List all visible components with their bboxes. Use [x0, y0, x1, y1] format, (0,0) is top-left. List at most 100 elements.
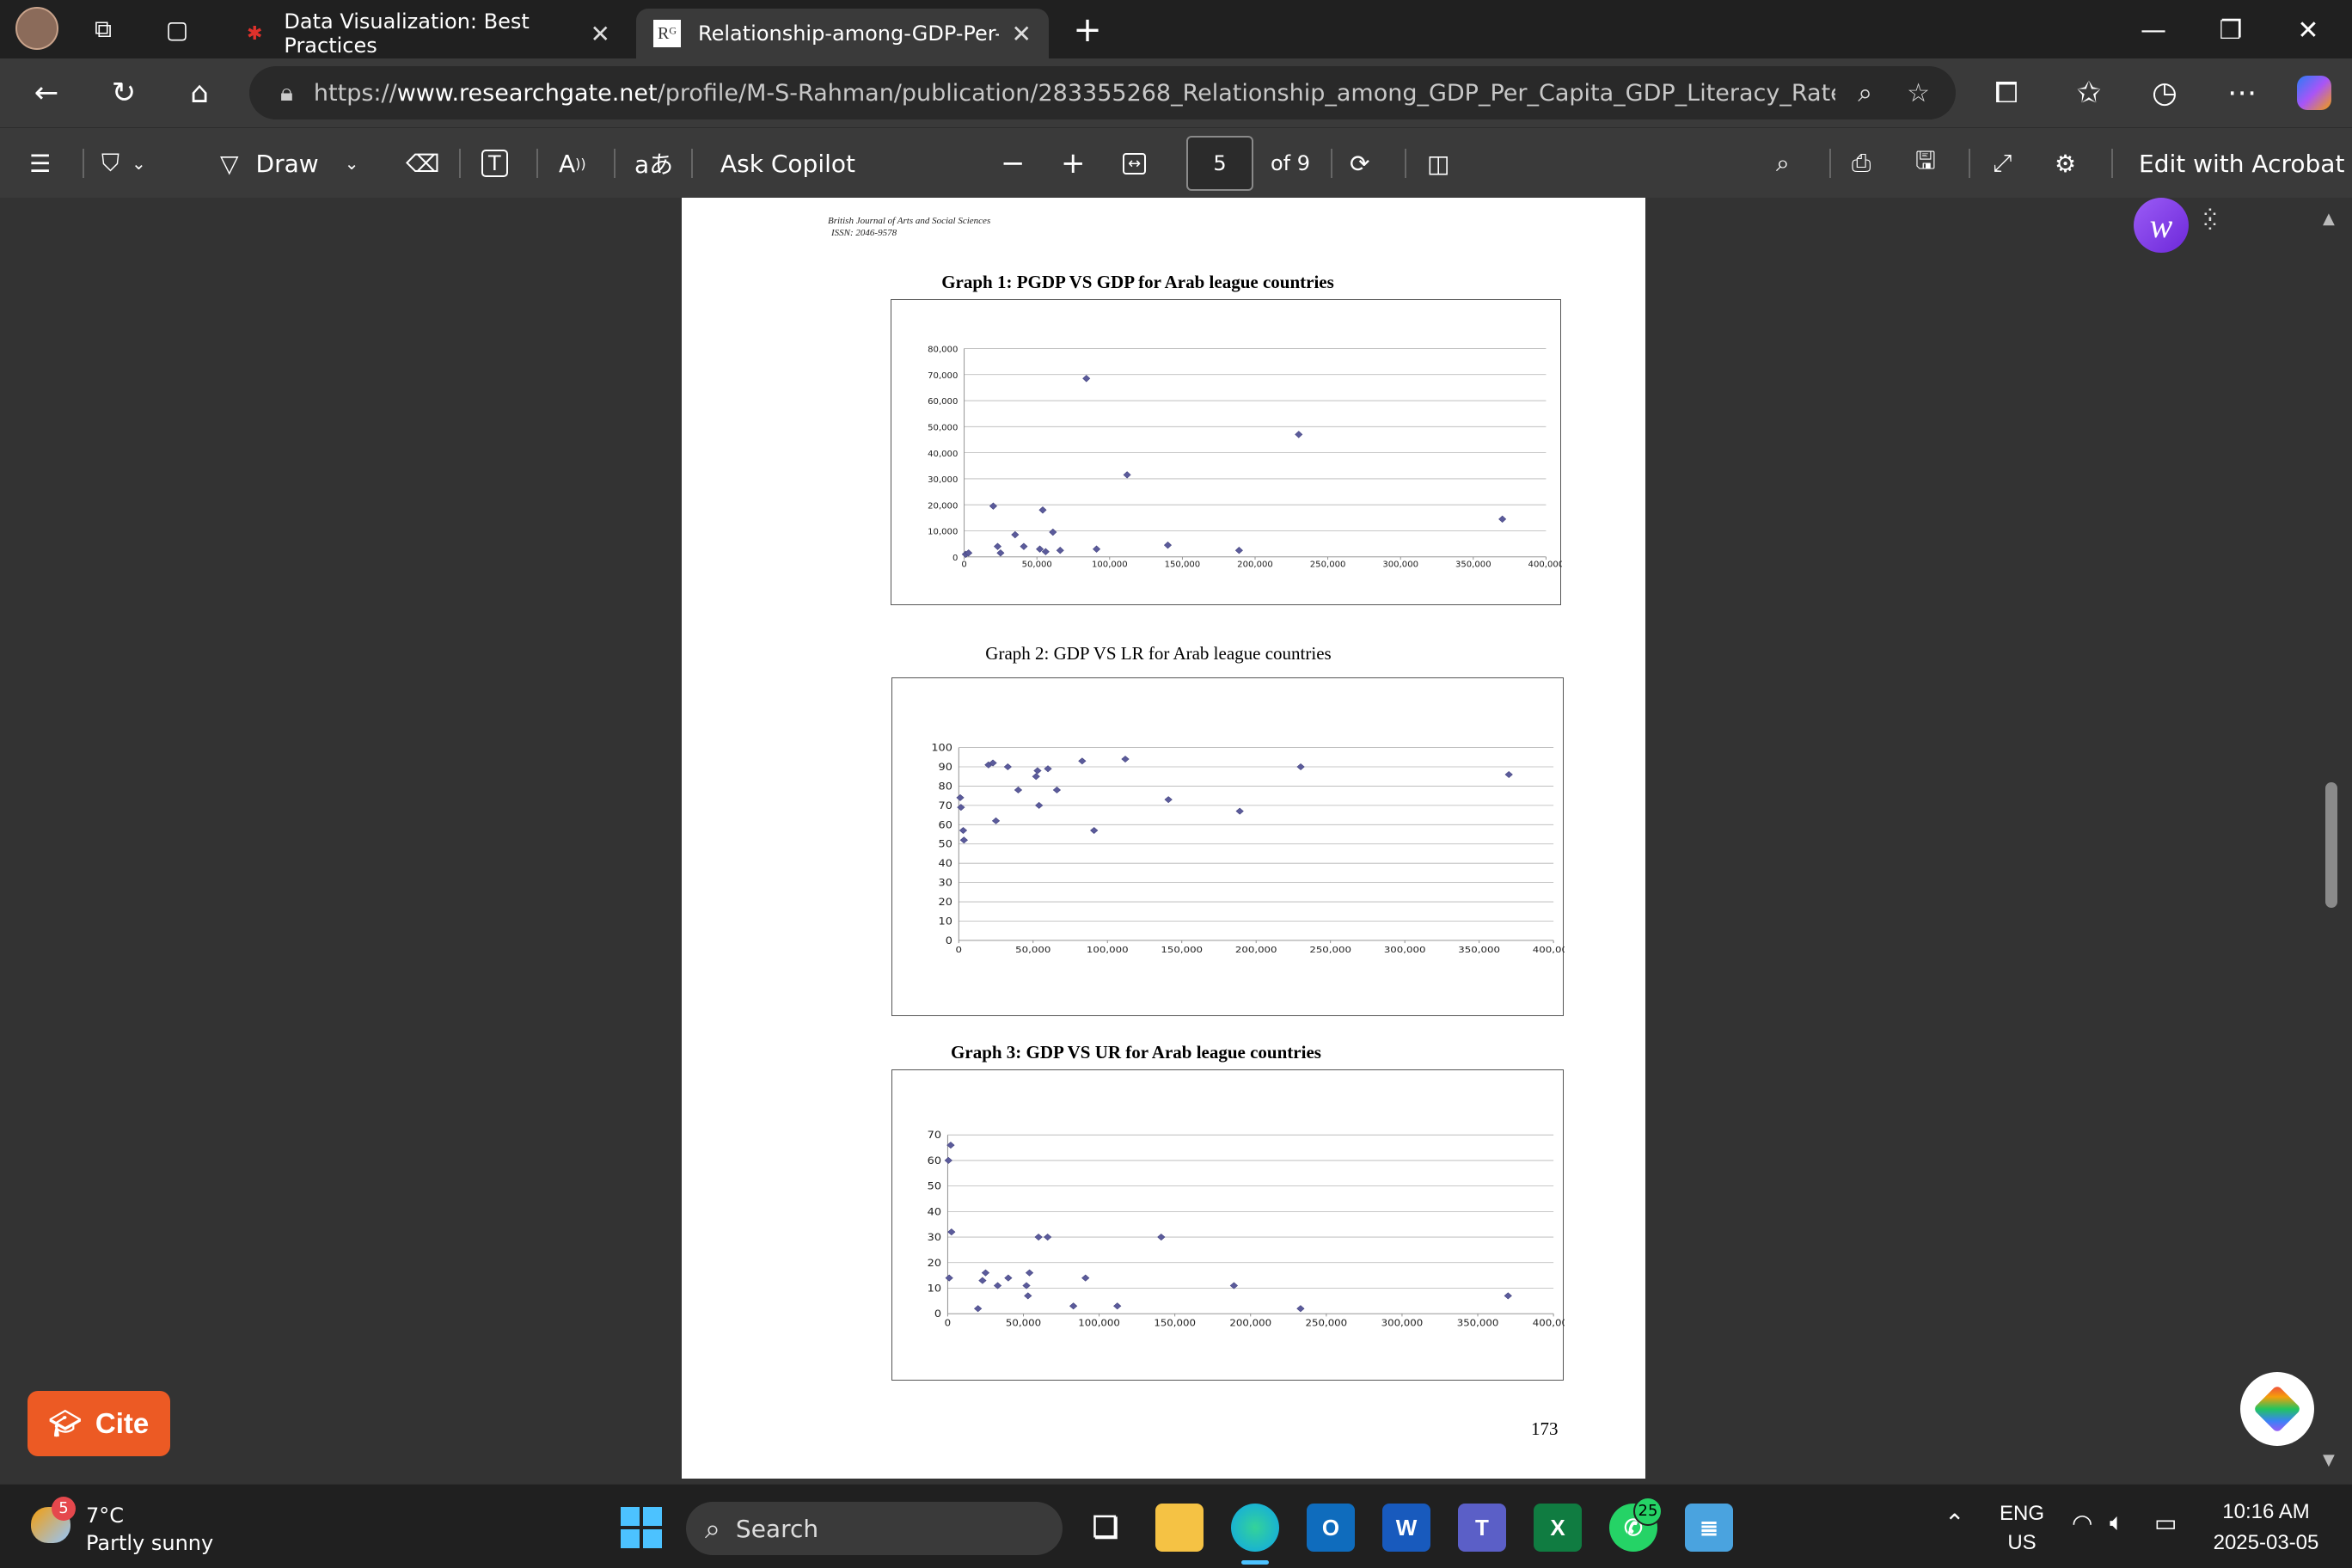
- highlight-icon[interactable]: ⛉ ⌄: [101, 128, 146, 199]
- chart-1: 0 10,000 20,000 30,000 40,000 50,000 60,000 70,…: [891, 299, 1562, 605]
- zoom-icon[interactable]: ⌕: [1858, 78, 1872, 108]
- data-point: [1123, 471, 1131, 479]
- search-icon[interactable]: ⌕: [1776, 128, 1790, 199]
- back-icon[interactable]: ←: [22, 70, 70, 115]
- divider: [83, 149, 84, 178]
- data-point: [947, 1228, 956, 1236]
- refresh-icon[interactable]: ↻: [100, 70, 148, 115]
- task-view-icon[interactable]: ❏: [1081, 1504, 1130, 1552]
- settings-gear-icon[interactable]: ⚙: [2055, 128, 2076, 199]
- contents-icon[interactable]: ☰: [29, 128, 51, 199]
- more-menu-icon[interactable]: ⋯: [2218, 70, 2266, 115]
- kite-app-icon[interactable]: [2240, 1372, 2314, 1446]
- search-icon: ⌕: [705, 1511, 720, 1545]
- data-point: [944, 1156, 952, 1164]
- data-point: [1049, 528, 1057, 536]
- fullscreen-icon[interactable]: ⤢: [1993, 128, 2012, 199]
- file-explorer-icon[interactable]: [1155, 1504, 1204, 1552]
- pdf-viewer[interactable]: British Journal of Arts and Social Scien…: [0, 198, 2352, 1484]
- x-tick-label: 0: [945, 1318, 951, 1328]
- data-point: [1020, 542, 1028, 550]
- data-point: [1033, 767, 1042, 775]
- teams-icon[interactable]: T: [1458, 1504, 1506, 1552]
- taskbar-search[interactable]: ⌕ Search: [686, 1502, 1063, 1555]
- y-tick-label: 70: [939, 800, 952, 812]
- y-tick-label: 10,000: [928, 528, 958, 537]
- favorite-star-icon[interactable]: ☆: [1907, 78, 1930, 108]
- x-tick-label: 250,000: [1310, 560, 1346, 570]
- x-tick-label: 150,000: [1154, 1318, 1196, 1328]
- close-tab-icon[interactable]: ✕: [591, 20, 610, 48]
- edit-with-acrobat-button[interactable]: Edit with Acrobat: [2139, 128, 2344, 199]
- weather-temp: 7°C: [86, 1504, 125, 1528]
- writing-assistant-icon[interactable]: w: [2134, 198, 2189, 253]
- y-tick-label: 40: [928, 1206, 941, 1217]
- favorites-icon[interactable]: ✩: [2065, 70, 2113, 115]
- translate-icon[interactable]: aあ: [634, 128, 673, 199]
- grid-menu-icon[interactable]: ⁘ ⁘: [2201, 204, 2226, 244]
- edge-icon[interactable]: [1231, 1504, 1279, 1552]
- rotate-icon[interactable]: ⟳: [1350, 128, 1369, 199]
- page-view-icon[interactable]: ◫: [1427, 128, 1449, 199]
- scroll-down-icon[interactable]: ▼: [2323, 1451, 2335, 1469]
- eraser-icon[interactable]: ⌫: [406, 128, 440, 199]
- tab-relationship-gdp[interactable]: Rᴳ Relationship-among-GDP-Per-Cap ✕: [636, 9, 1049, 58]
- x-tick-label: 200,000: [1237, 560, 1273, 570]
- y-tick-label: 30: [939, 877, 952, 888]
- outlook-icon[interactable]: O: [1307, 1504, 1355, 1552]
- restore-icon[interactable]: ❐: [2201, 9, 2261, 52]
- lang-top: ENG: [1999, 1502, 2044, 1525]
- home-icon[interactable]: ⌂: [175, 70, 224, 115]
- battery-icon[interactable]: ▭: [2154, 1509, 2177, 1537]
- fit-width-icon[interactable]: ↔: [1123, 128, 1147, 199]
- read-aloud-icon[interactable]: A)): [559, 128, 586, 199]
- pdf-toolbar: ☰ ⛉ ⌄ ▽ Draw ⌄ ⌫ T A)) aあ Ask Copilot − +…: [0, 127, 2352, 198]
- y-tick-label: 0: [952, 554, 958, 563]
- close-window-icon[interactable]: ✕: [2278, 9, 2338, 52]
- cite-button[interactable]: 🎓︎ Cite: [28, 1391, 170, 1456]
- data-point: [989, 502, 997, 510]
- y-tick-label: 50,000: [928, 424, 958, 433]
- draw-button[interactable]: ▽ Draw ⌄: [220, 128, 358, 199]
- x-tick-label: 200,000: [1235, 945, 1277, 955]
- x-tick-label: 400,000: [1533, 945, 1565, 955]
- data-point: [1034, 1234, 1043, 1241]
- divider: [2111, 149, 2113, 178]
- url-input[interactable]: 🔒︎ https://www.researchgate.net/profile/…: [249, 66, 1956, 119]
- history-icon[interactable]: ◷: [2141, 70, 2189, 115]
- clock[interactable]: 10:16 AM 2025-03-05: [2206, 1500, 2326, 1555]
- zoom-in-icon[interactable]: +: [1061, 128, 1086, 199]
- new-tab-button[interactable]: +: [1066, 9, 1109, 52]
- notepad-icon[interactable]: ≣: [1685, 1504, 1733, 1552]
- scrollbar-thumb[interactable]: [2325, 782, 2337, 908]
- windows-start-icon[interactable]: [617, 1504, 665, 1552]
- save-icon[interactable]: 🖫︎: [1915, 128, 1936, 199]
- wifi-icon[interactable]: ◠: [2072, 1509, 2092, 1537]
- page-number-input[interactable]: 5: [1186, 136, 1253, 191]
- minimize-icon[interactable]: —: [2123, 9, 2184, 52]
- data-point: [1296, 763, 1305, 770]
- print-icon[interactable]: ⎙: [1852, 128, 1871, 199]
- x-tick-label: 0: [956, 945, 963, 955]
- show-hidden-icons[interactable]: ⌃: [1945, 1509, 1964, 1537]
- x-tick-label: 100,000: [1092, 560, 1128, 570]
- tab-data-visualization[interactable]: ✱ Data Visualization: Best Practices ✕: [225, 9, 628, 58]
- extensions-icon[interactable]: ⧠: [1982, 70, 2030, 115]
- data-point: [1004, 1274, 1013, 1282]
- weather-widget[interactable]: 5 7°C Partly sunny: [26, 1497, 232, 1557]
- ask-copilot-button[interactable]: Ask Copilot: [720, 128, 855, 199]
- y-tick-label: 60: [939, 819, 952, 830]
- language-indicator[interactable]: ENG US: [1996, 1502, 2048, 1555]
- volume-icon[interactable]: 🔈︎: [2110, 1509, 2124, 1537]
- vertical-scrollbar[interactable]: ▲ ▼: [2318, 206, 2343, 1470]
- excel-icon[interactable]: X: [1534, 1504, 1582, 1552]
- close-tab-icon[interactable]: ✕: [1012, 20, 1032, 48]
- word-icon[interactable]: W: [1382, 1504, 1430, 1552]
- workspaces-icon[interactable]: ⧉: [86, 12, 120, 46]
- profile-avatar[interactable]: [15, 7, 58, 50]
- copilot-icon[interactable]: [2290, 70, 2338, 115]
- text-box-icon[interactable]: T: [481, 128, 508, 199]
- vertical-tabs-icon[interactable]: ▢: [160, 12, 194, 46]
- scroll-up-icon[interactable]: ▲: [2323, 210, 2335, 228]
- zoom-out-icon[interactable]: −: [1001, 128, 1026, 199]
